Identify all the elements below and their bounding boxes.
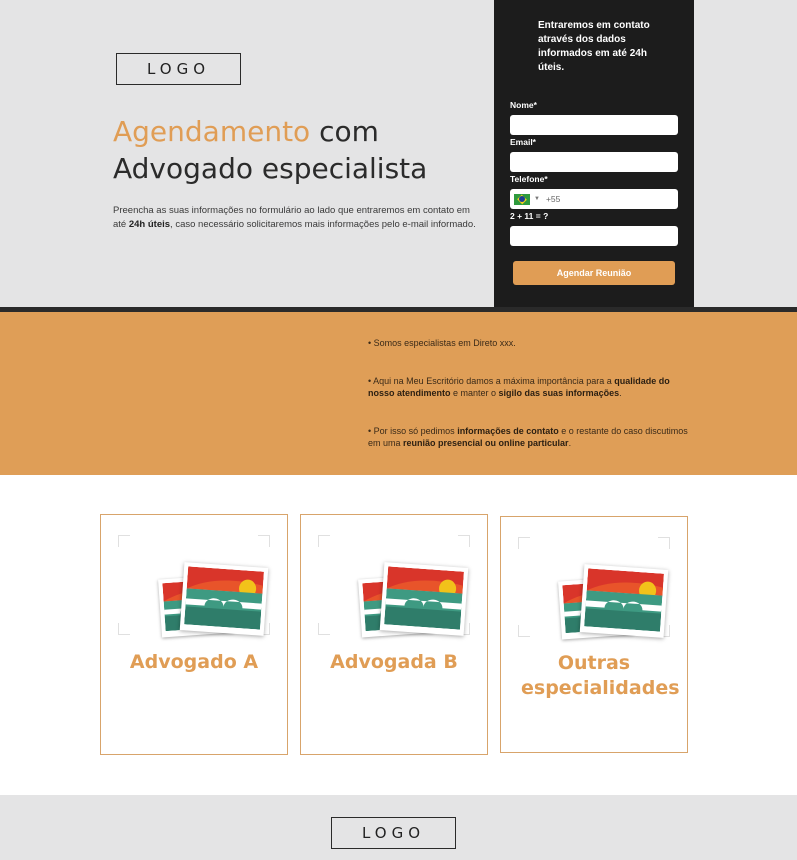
crop-corner [318,623,330,635]
crop-corner [318,535,330,547]
crop-corner [518,537,530,549]
crop-corner [658,537,670,549]
hero-description: Preencha as suas informações no formulár… [113,204,478,232]
phone-label: Telefone* [510,174,548,184]
footer: LOGO [0,795,797,860]
header-logo[interactable]: LOGO [116,53,241,85]
card-outras-especialidades[interactable]: Outras especialidades [500,516,688,753]
crop-corner [118,623,130,635]
image-placeholder-icon [118,535,270,638]
schedule-meeting-button[interactable]: Agendar Reunião [513,261,675,285]
feature-2-text-a: • Aqui na Meu Escritório damos a máxima … [368,376,615,386]
feature-2-text-e: . [619,388,622,398]
title-rest-2: Advogado especialista [113,152,428,185]
feature-3-bold-b: informações de contato [457,426,559,436]
desc-part-2: , caso necessário solicitaremos mais inf… [170,219,476,230]
phone-dial-code: +55 [545,194,561,204]
card-title: Advogado A [129,651,259,673]
brazil-flag-icon[interactable] [514,193,530,205]
crop-corner [118,535,130,547]
photo-front [379,562,469,636]
feature-item-3: • Por isso só pedimos informações de con… [368,425,698,449]
desc-bold: 24h úteis [128,219,171,230]
landing-page: LOGO Agendamento com Advogado especialis… [0,0,797,860]
photo-front [179,562,269,636]
crop-corner [458,535,470,547]
image-placeholder-icon [518,537,670,640]
phone-field[interactable]: ▼ +55 [510,189,678,209]
captcha-label: 2 + 11 = ? [510,211,549,221]
feature-item-1: • Somos especialistas em Direto xxx. [368,338,516,348]
crop-corner [518,625,530,637]
feature-2-bold-d: sigilo das suas informações [498,388,620,398]
feature-2-text-c: e manter o [450,388,499,398]
image-placeholder-icon [318,535,470,638]
email-field[interactable] [510,152,678,172]
name-field[interactable] [510,115,678,135]
feature-3-bold-d: reunião presencial ou online particular [403,438,569,448]
feature-3-text-a: • Por isso só pedimos [368,426,458,436]
name-label: Nome* [510,100,537,110]
hero-section: LOGO Agendamento com Advogado especialis… [0,0,797,307]
photo-front [579,564,669,638]
contact-form-panel: Entraremos em contato através dos dados … [494,0,694,307]
feature-3-text-e: . [568,438,572,448]
card-title: Advogada B [330,651,458,673]
footer-logo[interactable]: LOGO [331,817,456,849]
card-advogado-a[interactable]: Advogado A [100,514,288,755]
feature-item-2: • Aqui na Meu Escritório damos a máxima … [368,375,698,399]
features-band: • Somos especialistas em Direto xxx. • A… [0,312,797,475]
photo-stack [156,562,269,643]
captcha-field[interactable] [510,226,678,246]
form-intro: Entraremos em contato através dos dados … [538,20,650,73]
chevron-down-icon[interactable]: ▼ [534,196,540,202]
photo-stack [356,562,469,643]
title-accent: Agendamento [113,115,311,148]
card-advogada-b[interactable]: Advogada B [300,514,488,755]
title-rest-1: com [310,115,379,148]
crop-corner [258,535,270,547]
card-title: Outras especialidades [521,652,680,699]
photo-stack [556,564,669,645]
page-title: Agendamento com Advogado especialista [113,113,493,187]
email-label: Email* [510,137,536,147]
